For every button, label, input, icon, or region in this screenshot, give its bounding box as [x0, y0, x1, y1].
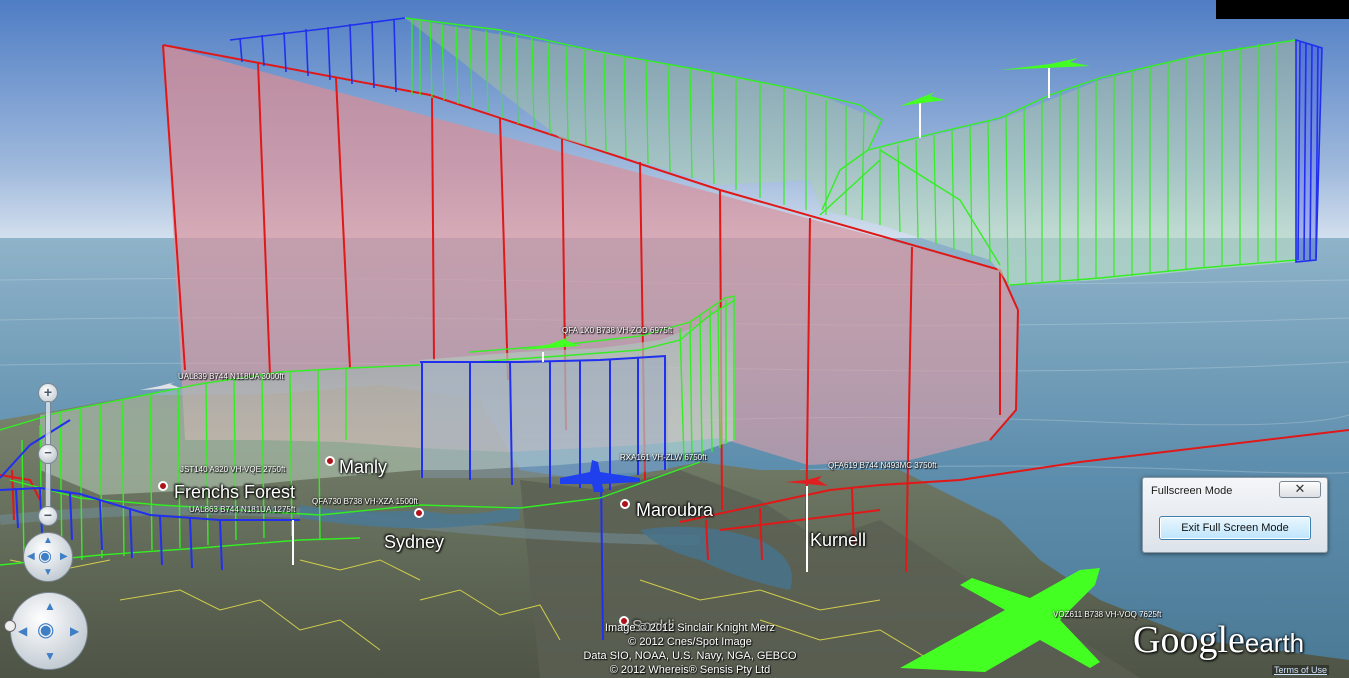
look-up-arrow-icon[interactable]: ▲ — [43, 535, 53, 546]
window-corner-blackout — [1216, 0, 1349, 19]
flight-label-rxa161[interactable]: RXA161 VH-ZLW 6750ft — [620, 453, 707, 462]
flight-label-ual863[interactable]: UAL863 B744 N181UA 1275ft — [189, 505, 295, 514]
flight-label-ual839[interactable]: UAL839 B744 N118UA 3000ft — [178, 372, 284, 381]
move-left-arrow-icon[interactable]: ◀ — [18, 624, 27, 638]
exit-full-screen-button[interactable]: Exit Full Screen Mode — [1159, 516, 1311, 540]
marker-manly — [325, 456, 335, 466]
earth-scene[interactable] — [0, 0, 1349, 678]
place-label-sydney[interactable]: Sydney — [384, 532, 444, 553]
place-label-kurnell[interactable]: Kurnell — [810, 530, 866, 551]
attribution-line: © 2012 Whereis® Sensis Pty Ltd — [609, 664, 771, 676]
move-up-arrow-icon[interactable]: ▲ — [44, 599, 56, 613]
attribution-line: Data SIO, NOAA, U.S. Navy, NGA, GEBCO — [583, 650, 797, 662]
place-label-frenchs-forest[interactable]: Frenchs Forest — [174, 482, 295, 503]
marker-frenchs-forest — [158, 481, 168, 491]
dialog-title: Fullscreen Mode — [1151, 485, 1233, 497]
look-joystick[interactable]: ▲ ▼ ◀ ▶ ◉ — [23, 532, 73, 582]
flight-label-qfa619[interactable]: QFA619 B744 N493MC 3750ft — [828, 461, 937, 470]
zoom-in-button[interactable]: + — [38, 383, 58, 403]
logo-earth-text: earth — [1244, 628, 1305, 658]
marker-maroubra — [620, 499, 630, 509]
flight-label-jst140[interactable]: JST140 A320 VH-VQE 2750ft — [180, 465, 285, 474]
camera-reset-icon[interactable] — [4, 620, 16, 632]
zoom-slider-thumb[interactable]: − — [38, 444, 58, 464]
marker-sydney — [414, 508, 424, 518]
flight-label-qfa1x0[interactable]: QFA 1X0 B738 VH-ZOD 6975ft — [562, 326, 672, 335]
zoom-out-button[interactable]: − — [38, 506, 58, 526]
look-left-arrow-icon[interactable]: ◀ — [27, 551, 35, 562]
imagery-attribution: Image © 2012 Sinclair Knight Merz © 2012… — [540, 621, 840, 677]
move-right-arrow-icon[interactable]: ▶ — [70, 624, 79, 638]
dialog-close-button[interactable]: ✕ — [1279, 481, 1321, 498]
look-right-arrow-icon[interactable]: ▶ — [60, 551, 68, 562]
fullscreen-mode-dialog: Fullscreen Mode ✕ Exit Full Screen Mode — [1142, 477, 1328, 553]
attribution-line: Image © 2012 Sinclair Knight Merz — [604, 622, 776, 634]
google-earth-logo: Googleearth — [1133, 618, 1304, 662]
move-down-arrow-icon[interactable]: ▼ — [44, 649, 56, 663]
move-joystick[interactable]: ▲ ▼ ◀ ▶ ◉ — [10, 592, 88, 670]
flight-label-qfa730[interactable]: QFA730 B738 VH-XZA 1500ft — [312, 497, 418, 506]
terms-of-use-link[interactable]: Terms of Use — [1272, 665, 1330, 675]
earth-3d-viewport[interactable]: QFA 1X0 B738 VH-ZOD 6975ft UAL839 B744 N… — [0, 0, 1349, 678]
navigation-controls[interactable]: + − − ▲ ▼ ◀ ▶ ◉ ▲ ▼ ◀ ▶ ◉ — [0, 380, 88, 670]
place-label-manly[interactable]: Manly — [339, 457, 387, 478]
look-eye-icon: ◉ — [38, 548, 52, 565]
logo-google-text: Google — [1133, 619, 1245, 661]
place-label-maroubra[interactable]: Maroubra — [636, 500, 713, 521]
attribution-line: © 2012 Cnes/Spot Image — [628, 636, 752, 648]
look-down-arrow-icon[interactable]: ▼ — [43, 567, 53, 578]
move-eye-icon: ◉ — [37, 619, 55, 641]
